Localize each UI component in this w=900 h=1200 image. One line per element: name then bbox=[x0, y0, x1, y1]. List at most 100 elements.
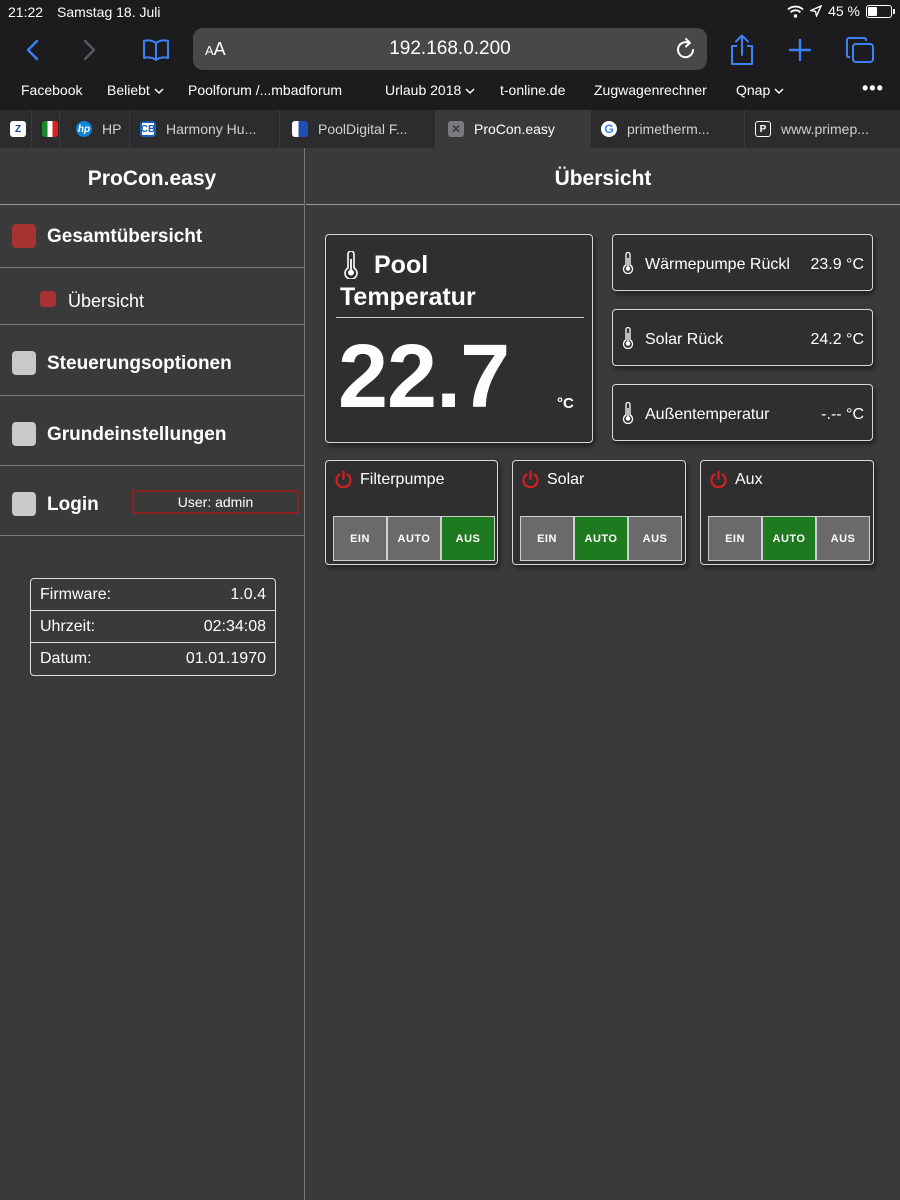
aus-button[interactable]: AUS bbox=[628, 516, 682, 561]
thermometer-icon bbox=[622, 252, 634, 274]
tab-harmony[interactable]: CB Harmony Hu... bbox=[130, 110, 280, 148]
auto-button[interactable]: AUTO bbox=[574, 516, 628, 561]
mode-switch: EIN AUTO AUS bbox=[520, 516, 682, 561]
tab-label: PoolDigital F... bbox=[318, 121, 408, 137]
tab-1[interactable]: Z bbox=[0, 110, 32, 148]
pool-temperature-value: 22.7 bbox=[338, 327, 510, 427]
status-date: Samstag 18. Juli bbox=[57, 4, 161, 20]
bookmark-urlaub[interactable]: Urlaub 2018 bbox=[385, 82, 475, 98]
status-bar: 21:22 Samstag 18. Juli 45 % bbox=[0, 0, 900, 24]
ein-button[interactable]: EIN bbox=[520, 516, 574, 561]
tab-label: HP bbox=[102, 121, 122, 137]
url-text[interactable]: 192.168.0.200 bbox=[193, 38, 707, 60]
auto-button[interactable]: AUTO bbox=[387, 516, 441, 561]
battery-percent: 45 % bbox=[828, 3, 860, 19]
user-badge[interactable]: User: admin bbox=[132, 490, 299, 514]
control-card-aux: Aux EIN AUTO AUS bbox=[700, 460, 874, 565]
divider bbox=[336, 317, 584, 318]
book-icon bbox=[143, 39, 169, 61]
sensor-name: Solar Rück bbox=[645, 331, 724, 348]
main-panel: Übersicht Pool Temperatur 22.7 °C Wärmep… bbox=[306, 148, 900, 1200]
ein-button[interactable]: EIN bbox=[333, 516, 387, 561]
address-bar[interactable]: AA 192.168.0.200 bbox=[193, 28, 707, 70]
share-button[interactable] bbox=[722, 28, 762, 72]
pool-temperature-unit: °C bbox=[557, 395, 574, 412]
control-card-solar: Solar EIN AUTO AUS bbox=[512, 460, 686, 565]
forward-button[interactable] bbox=[70, 28, 110, 72]
bookmarks-button[interactable] bbox=[136, 28, 176, 72]
tab-label: primetherm... bbox=[627, 121, 710, 137]
plus-icon bbox=[788, 38, 812, 62]
mode-switch: EIN AUTO AUS bbox=[333, 516, 495, 561]
sidebar-item-steuerungsoptionen[interactable]: Steuerungsoptionen bbox=[0, 325, 304, 396]
bookmark-zugwagenrechner[interactable]: Zugwagenrechner bbox=[594, 82, 707, 98]
tab-primetherm[interactable]: G primetherm... bbox=[591, 110, 745, 148]
info-label: Datum: bbox=[40, 650, 92, 667]
pooldigital-logo-icon bbox=[292, 121, 308, 137]
aus-button[interactable]: AUS bbox=[816, 516, 870, 561]
auto-button[interactable]: AUTO bbox=[762, 516, 816, 561]
status-square-icon bbox=[12, 492, 36, 516]
back-button[interactable] bbox=[12, 28, 52, 72]
navigation-bar: AA 192.168.0.200 bbox=[0, 28, 900, 72]
reload-icon[interactable] bbox=[675, 37, 697, 61]
battery-icon bbox=[866, 4, 895, 18]
status-square-icon bbox=[12, 422, 36, 446]
bookmark-facebook[interactable]: Facebook bbox=[21, 82, 82, 98]
sidebar-item-uebersicht[interactable]: Übersicht bbox=[0, 268, 304, 325]
chevron-down-icon bbox=[774, 88, 784, 95]
info-row-datum: Datum: 01.01.1970 bbox=[31, 643, 275, 675]
bookmark-t-online[interactable]: t-online.de bbox=[500, 82, 565, 98]
sidebar-item-gesamtuebersicht[interactable]: Gesamtübersicht bbox=[0, 205, 304, 268]
tab-bar: Z hp HP CB Harmony Hu... PoolDigital F..… bbox=[0, 110, 900, 148]
system-info-table: Firmware: 1.0.4 Uhrzeit: 02:34:08 Datum:… bbox=[30, 578, 276, 676]
status-square-icon bbox=[12, 224, 36, 248]
location-arrow-icon bbox=[810, 5, 823, 17]
sidebar-item-login[interactable]: Login User: admin bbox=[0, 466, 304, 536]
sensor-card-solar-rueck: Solar Rück 24.2 °C bbox=[612, 309, 873, 366]
tab-label: ProCon.easy bbox=[474, 121, 555, 137]
bookmark-beliebt-label: Beliebt bbox=[107, 82, 150, 98]
info-value: 01.01.1970 bbox=[185, 650, 266, 667]
sidebar-item-label: Login bbox=[47, 494, 99, 515]
sidebar-item-label: Übersicht bbox=[68, 291, 145, 311]
sidebar-item-label: Gesamtübersicht bbox=[47, 226, 203, 247]
bookmark-qnap-label: Qnap bbox=[736, 82, 771, 98]
tab-2[interactable] bbox=[32, 110, 60, 148]
sidebar-item-grundeinstellungen[interactable]: Grundeinstellungen bbox=[0, 396, 304, 466]
tab-primep[interactable]: P www.primep... bbox=[745, 110, 900, 148]
bookmark-qnap[interactable]: Qnap bbox=[736, 82, 784, 98]
info-label: Firmware: bbox=[40, 585, 112, 603]
info-row-uhrzeit: Uhrzeit: 02:34:08 bbox=[31, 611, 275, 643]
browser-chrome: 21:22 Samstag 18. Juli 45 % AA 192.168.0… bbox=[0, 0, 900, 148]
more-icon[interactable]: ••• bbox=[862, 78, 884, 99]
power-icon bbox=[710, 470, 727, 489]
new-tab-button[interactable] bbox=[780, 28, 820, 72]
chevron-down-icon bbox=[465, 88, 475, 95]
sensor-value: 24.2 °C bbox=[810, 331, 864, 348]
tabs-icon bbox=[846, 37, 874, 63]
google-logo-icon: G bbox=[601, 121, 617, 137]
status-square-icon bbox=[40, 291, 56, 307]
bookmark-beliebt[interactable]: Beliebt bbox=[107, 82, 164, 98]
aus-button[interactable]: AUS bbox=[441, 516, 495, 561]
tab-procon-active[interactable]: ✕ ProCon.easy bbox=[436, 110, 591, 148]
tab-pooldigital[interactable]: PoolDigital F... bbox=[280, 110, 436, 148]
wifi-icon bbox=[787, 5, 804, 18]
pool-temperature-card: Pool Temperatur 22.7 °C bbox=[325, 234, 593, 443]
bookmark-poolforum[interactable]: Poolforum /...mbadforum bbox=[188, 82, 342, 98]
tabs-overview-button[interactable] bbox=[840, 28, 880, 72]
tab-hp[interactable]: hp HP bbox=[60, 110, 130, 148]
sidebar-item-label: Steuerungsoptionen bbox=[47, 353, 232, 374]
sidebar-title: ProCon.easy bbox=[0, 148, 304, 205]
share-icon bbox=[731, 34, 753, 65]
forward-chevron-icon bbox=[83, 39, 96, 61]
tab-close-icon[interactable]: ✕ bbox=[448, 121, 464, 137]
control-title: Aux bbox=[735, 471, 763, 488]
bookmarks-bar: Facebook Beliebt Poolforum /...mbadforum… bbox=[0, 78, 900, 102]
thermometer-icon bbox=[622, 402, 634, 424]
info-row-firmware: Firmware: 1.0.4 bbox=[31, 579, 275, 611]
info-label: Uhrzeit: bbox=[40, 617, 96, 635]
thermometer-icon bbox=[622, 327, 634, 349]
ein-button[interactable]: EIN bbox=[708, 516, 762, 561]
